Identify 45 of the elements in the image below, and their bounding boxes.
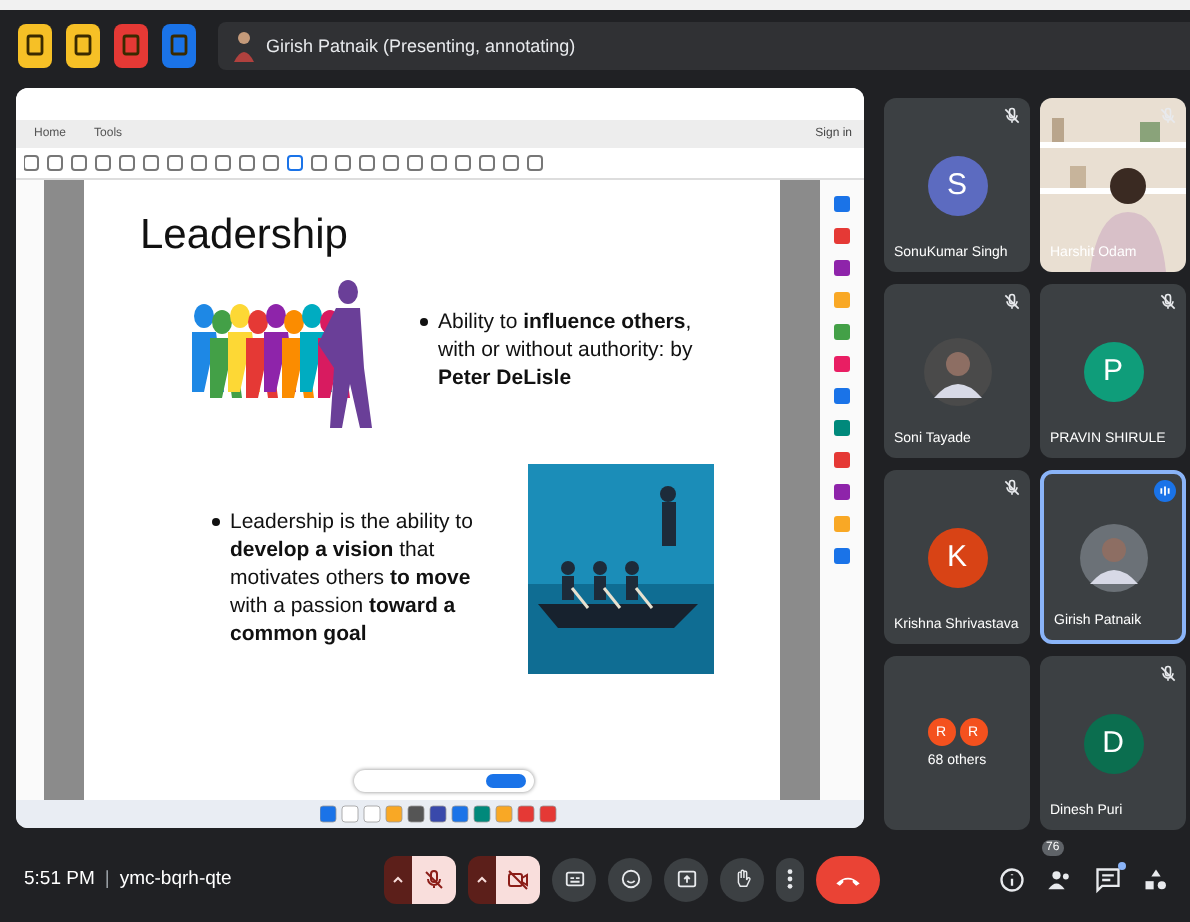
app-icon[interactable] (66, 23, 100, 67)
activities-button[interactable] (1142, 865, 1170, 893)
caret-icon (474, 871, 490, 887)
app-glyph-icon (122, 34, 140, 56)
shapes-icon (1142, 865, 1170, 893)
present-button[interactable] (664, 857, 708, 901)
app-icon[interactable] (18, 23, 52, 67)
info-icon (998, 865, 1026, 893)
app-glyph-icon (170, 34, 188, 56)
chat-button[interactable] (1094, 865, 1122, 893)
separator: | (104, 868, 110, 890)
bullet-icon (420, 318, 428, 326)
bullet-text: Ability to influence others, with or without authority: by Peter DeLisle (438, 308, 695, 394)
info-button[interactable] (998, 865, 1026, 893)
upload-icon (675, 868, 697, 890)
captions-icon (563, 868, 585, 890)
raise-hand-button[interactable] (720, 857, 764, 901)
avatar: D (1083, 713, 1143, 773)
captions-button[interactable] (552, 857, 596, 901)
bullet-text: Leadership is the ability to develop a vision that motivates others to move with a passion toward a common goal (230, 508, 475, 650)
people-icon (1046, 865, 1074, 893)
meeting-code: ymc-bqrh-qte (119, 868, 232, 890)
bullet-icon (212, 518, 220, 526)
avatar: S (927, 155, 987, 215)
chat-icon (1094, 865, 1122, 893)
avatar: P (1083, 341, 1143, 401)
avatar: K (927, 527, 987, 587)
emoji-button[interactable] (608, 857, 652, 901)
caret-icon (390, 871, 406, 887)
more-options-button[interactable] (776, 857, 804, 901)
leave-call-button[interactable] (816, 855, 880, 903)
presenter-label: Girish Patnaik (Presenting, annotating) (266, 35, 576, 55)
app-glyph-icon (74, 34, 92, 56)
clock-time: 5:51 PM (24, 868, 95, 890)
smiley-icon (619, 868, 641, 890)
more-icon (786, 868, 794, 890)
microphone-button[interactable] (412, 855, 456, 903)
camera-button[interactable] (496, 855, 540, 903)
mic-off-icon (422, 867, 446, 891)
camera-off-icon (506, 867, 530, 891)
app-glyph-icon (26, 34, 44, 56)
slide-title: Leadership (140, 212, 350, 260)
stop-sharing-button[interactable] (486, 774, 526, 788)
person-icon (234, 29, 254, 61)
speaking-icon (1154, 480, 1176, 502)
